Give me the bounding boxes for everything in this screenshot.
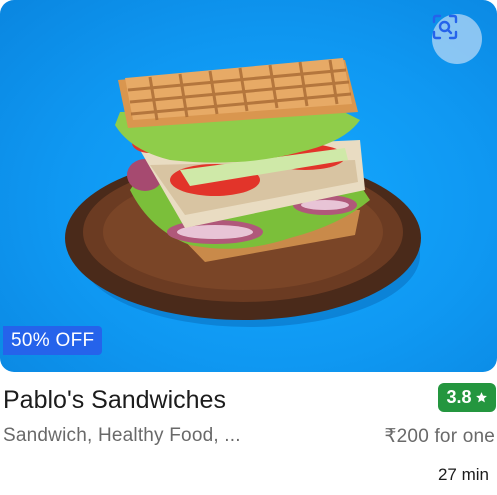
price-for-one: ₹200 for one xyxy=(384,426,495,447)
rating-badge: 3.8 xyxy=(438,383,496,412)
scan-icon xyxy=(432,14,458,40)
offer-badge: 50% OFF xyxy=(3,326,103,355)
restaurant-image[interactable]: 50% OFF xyxy=(0,0,497,372)
rating-value: 3.8 xyxy=(446,387,472,407)
sandwich-photo xyxy=(65,58,421,327)
star-icon xyxy=(475,392,487,403)
cuisine-list: Sandwich, Healthy Food, ... xyxy=(3,425,241,446)
restaurant-name[interactable]: Pablo's Sandwiches xyxy=(3,382,226,418)
delivery-time: 27 min xyxy=(437,465,489,484)
scan-button[interactable] xyxy=(432,14,482,64)
